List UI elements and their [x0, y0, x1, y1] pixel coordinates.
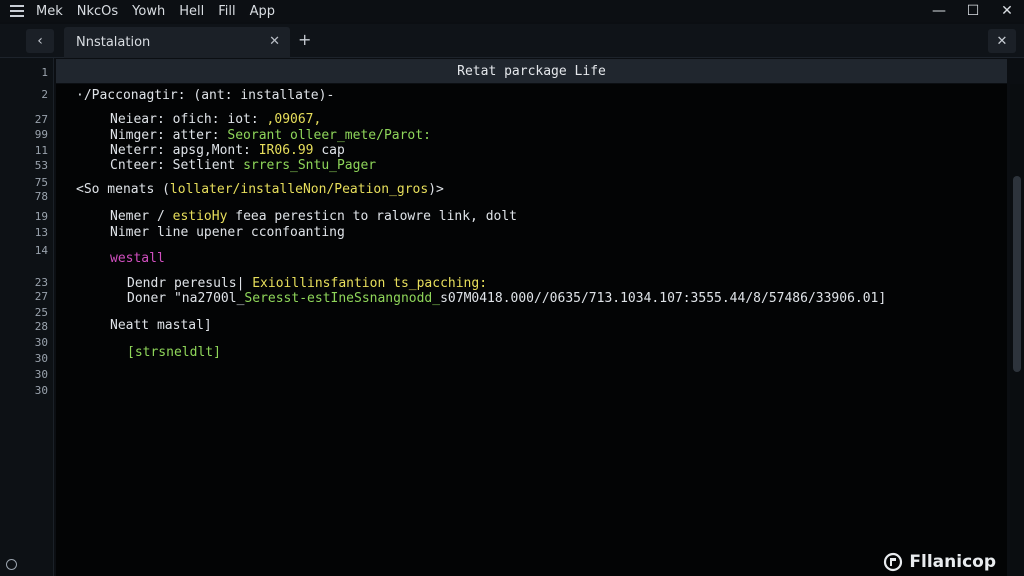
editor-header: Retat parckage Life [56, 59, 1007, 83]
code-token: IR06.99 [258, 143, 314, 158]
code-token: Neatt mastal] [110, 318, 212, 333]
code-token: Seorant olleer_mete/Parot: [227, 128, 431, 143]
code-token: [strsneldlt] [127, 345, 221, 360]
brand-name: Fllanicop [909, 552, 996, 572]
code-token: )> [428, 182, 444, 197]
close-panel-button[interactable]: ✕ [988, 29, 1016, 53]
menu-item-2[interactable]: NkcOs [77, 4, 118, 19]
vertical-scrollbar[interactable] [1010, 84, 1024, 576]
code-line: Nemer / estioHy feea peresticn to ralowr… [110, 209, 517, 225]
code-line: Neterr: apsg,Mont: IR06.99 cap [110, 143, 345, 159]
line-number: 23 [34, 276, 48, 289]
code-token: srrers_Sntu_Pager [243, 158, 377, 173]
editor-title: Retat parckage Life [457, 63, 606, 79]
menu-item-5[interactable]: Fill [218, 4, 235, 19]
line-number: 27 [34, 290, 48, 303]
line-number: 99 [34, 128, 48, 141]
line-number: 30 [34, 368, 48, 381]
code-token: lollater/installeNon/Peation_gros [169, 182, 429, 197]
menu-item-3[interactable]: Yowh [132, 4, 165, 19]
code-line: <So menats (lollater/installeNon/Peation… [76, 182, 444, 198]
line-number: 53 [34, 159, 48, 172]
tab-installation[interactable]: Nnstalation ✕ [64, 27, 290, 58]
code-token: Dendr peresuls| [127, 276, 253, 291]
code-line: Neatt mastal] [110, 318, 212, 334]
code-token: Cnteer: Setlient [110, 158, 244, 173]
line-number: 75 [34, 176, 48, 189]
close-window-button[interactable]: ✕ [990, 0, 1024, 22]
code-token: s07M0418.000//0635/713.1034.107:3555.44/… [440, 291, 887, 306]
menu-bar: Mek NkcOs Yowh Hell Fill App — ☐ ✕ [0, 0, 1024, 22]
line-number: 13 [34, 226, 48, 239]
menu-item-4[interactable]: Hell [179, 4, 204, 19]
back-button[interactable]: ‹ [26, 29, 54, 53]
code-token: cap [313, 143, 345, 158]
code-token: feea peresticn to ralowre link, dolt [227, 209, 518, 224]
menu-item-1[interactable]: Mek [36, 4, 63, 19]
code-line: [strsneldlt] [127, 345, 221, 361]
line-number: 30 [34, 384, 48, 397]
brand-logo-icon [884, 552, 903, 572]
tab-close-icon[interactable]: ✕ [269, 34, 280, 49]
minimize-button[interactable]: — [922, 0, 956, 22]
code-line: Neiear: ofich: iot: ,09067, [110, 112, 321, 128]
code-token: "na2700l_ [173, 291, 245, 306]
brand-watermark: Fllanicop [883, 552, 996, 572]
scrollbar-thumb[interactable] [1013, 176, 1021, 372]
status-circle-icon[interactable] [6, 559, 17, 570]
line-number: 28 [34, 320, 48, 333]
line-number-gutter: 1 2 27 99 11 53 75 78 19 13 14 23 27 25 28 30 30 30 30 [0, 58, 54, 576]
code-token: estioHy [172, 209, 228, 224]
tab-bar: ‹ Nnstalation ✕ + ✕ [0, 24, 1024, 58]
code-line: ·/Pacconagtir: (ant: installate)- [76, 88, 334, 104]
code-line: Nimer line upener cconfoanting [110, 225, 345, 241]
menu-item-6[interactable]: App [250, 4, 275, 19]
code-token: Neiear: ofich: iot: [110, 112, 267, 127]
code-token: westall [110, 251, 165, 266]
line-number: 19 [34, 210, 48, 223]
line-number: 30 [34, 336, 48, 349]
code-line: Nimger: atter: Seorant olleer_mete/Parot… [110, 128, 431, 144]
app-menu-icon[interactable] [10, 5, 24, 17]
code-token: Doner [127, 291, 174, 306]
code-token: Seresst-estIneSsnangnodd_ [244, 291, 441, 306]
line-number: 14 [34, 244, 48, 257]
code-editor[interactable]: ·/Pacconagtir: (ant: installate)- Neiear:… [56, 84, 1007, 576]
line-number: 78 [34, 190, 48, 203]
code-token: ·/Pacconagtir: (ant: installate)- [76, 88, 335, 103]
line-number: 11 [34, 144, 48, 157]
code-token: Nimger: atter: [110, 128, 228, 143]
code-line: Dendr peresuls| Exioillinsfantion ts_pac… [127, 276, 487, 292]
window-controls: — ☐ ✕ [922, 0, 1024, 22]
tab-label: Nnstalation [76, 35, 151, 50]
new-tab-button[interactable]: + [298, 30, 311, 49]
maximize-button[interactable]: ☐ [956, 0, 990, 22]
code-token: Exioillinsfantion ts_pacching: [252, 276, 488, 291]
code-token: ,09067, [266, 112, 322, 127]
code-line: Cnteer: Setlient srrers_Sntu_Pager [110, 158, 376, 174]
code-token: <So menats ( [76, 182, 170, 197]
line-number: 27 [34, 113, 48, 126]
line-number: 30 [34, 352, 48, 365]
line-number: 1 [41, 66, 48, 79]
line-number: 25 [34, 306, 48, 319]
code-token: Nimer line upener cconfoanting [110, 225, 345, 240]
code-line: westall [110, 251, 165, 267]
code-token: Nemer / [110, 209, 173, 224]
code-line: Doner "na2700l_Seresst-estIneSsnangnodd_… [127, 291, 886, 307]
code-token: Neterr: apsg,Mont: [110, 143, 259, 158]
line-number: 2 [41, 88, 48, 101]
